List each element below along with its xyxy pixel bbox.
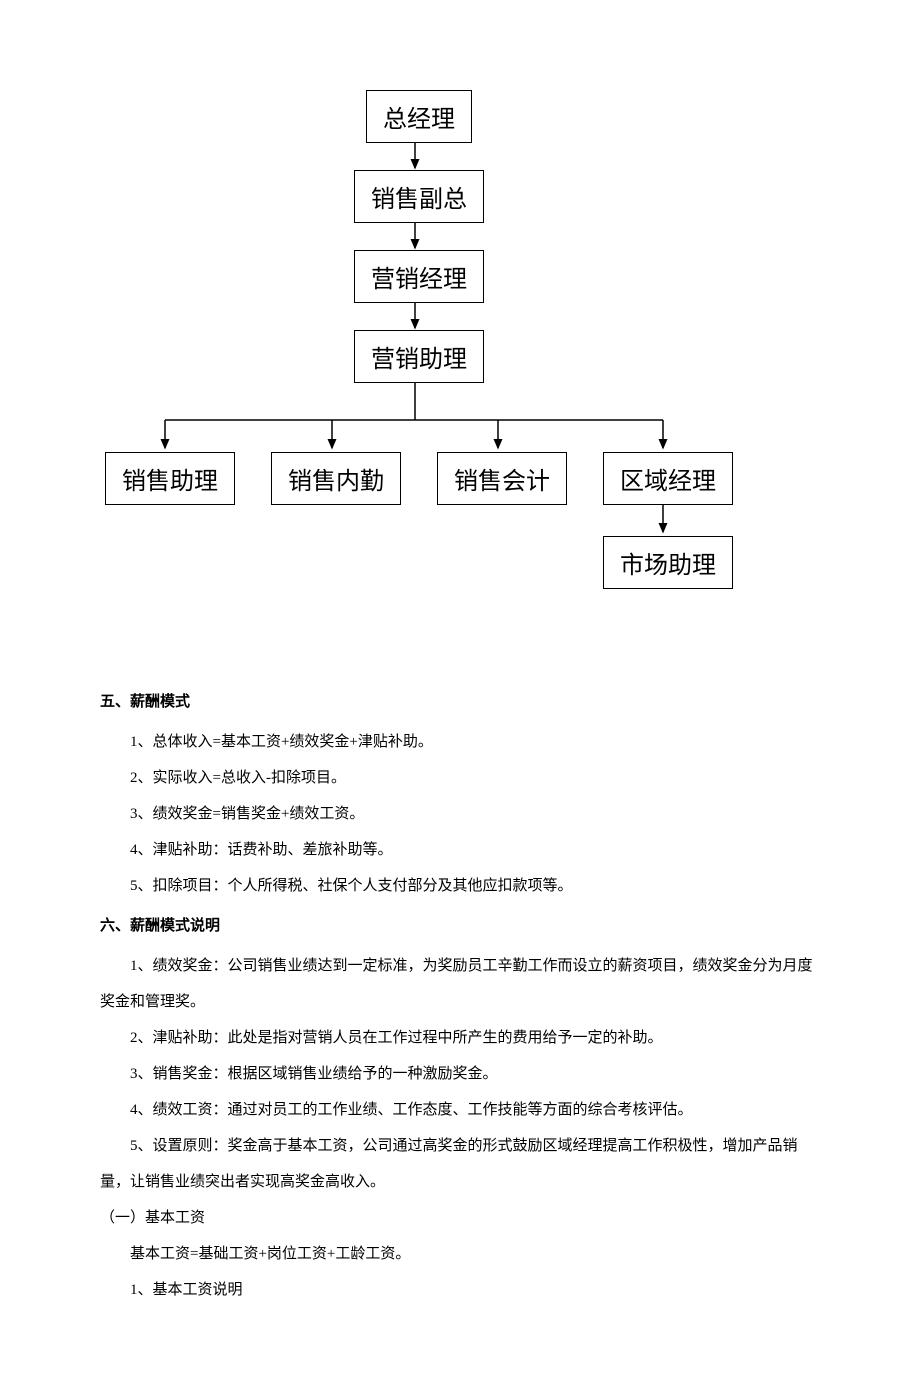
s5-item-2: 2、实际收入=总收入-扣除项目。: [100, 760, 820, 796]
node-marketing-assistant: 营销助理: [354, 330, 484, 383]
node-sales-accountant: 销售会计: [437, 452, 567, 505]
sub1-formula: 基本工资=基础工资+岗位工资+工龄工资。: [100, 1236, 820, 1272]
section-6-title: 六、薪酬模式说明: [100, 908, 820, 944]
document-body: 五、薪酬模式 1、总体收入=基本工资+绩效奖金+津贴补助。 2、实际收入=总收入…: [0, 650, 920, 1368]
s6-item-1: 1、绩效奖金：公司销售业绩达到一定标准，为奖励员工辛勤工作而设立的薪资项目，绩效…: [100, 948, 820, 1020]
sub1-item-1: 1、基本工资说明: [100, 1272, 820, 1308]
section-5-title: 五、薪酬模式: [100, 684, 820, 720]
s6-item-2: 2、津贴补助：此处是指对营销人员在工作过程中所产生的费用给予一定的补助。: [100, 1020, 820, 1056]
node-regional-manager: 区域经理: [603, 452, 733, 505]
node-marketing-manager: 营销经理: [354, 250, 484, 303]
node-market-assistant: 市场助理: [603, 536, 733, 589]
s5-item-3: 3、绩效奖金=销售奖金+绩效工资。: [100, 796, 820, 832]
s6-item-4: 4、绩效工资：通过对员工的工作业绩、工作态度、工作技能等方面的综合考核评估。: [100, 1092, 820, 1128]
node-sales-clerk: 销售内勤: [271, 452, 401, 505]
subsection-1-title: （一）基本工资: [100, 1200, 820, 1236]
s5-item-4: 4、津贴补助：话费补助、差旅补助等。: [100, 832, 820, 868]
node-sales-assistant: 销售助理: [105, 452, 235, 505]
node-sales-vp: 销售副总: [354, 170, 484, 223]
s6-item-3: 3、销售奖金：根据区域销售业绩给予的一种激励奖金。: [100, 1056, 820, 1092]
node-general-manager: 总经理: [366, 90, 472, 143]
s5-item-5: 5、扣除项目：个人所得税、社保个人支付部分及其他应扣款项等。: [100, 868, 820, 904]
s5-item-1: 1、总体收入=基本工资+绩效奖金+津贴补助。: [100, 724, 820, 760]
s6-item-5: 5、设置原则：奖金高于基本工资，公司通过高奖金的形式鼓励区域经理提高工作积极性，…: [100, 1128, 820, 1200]
org-chart: 总经理 销售副总 营销经理 营销助理 销售助理 销售内勤 销售会计 区域经理 市…: [110, 90, 810, 650]
